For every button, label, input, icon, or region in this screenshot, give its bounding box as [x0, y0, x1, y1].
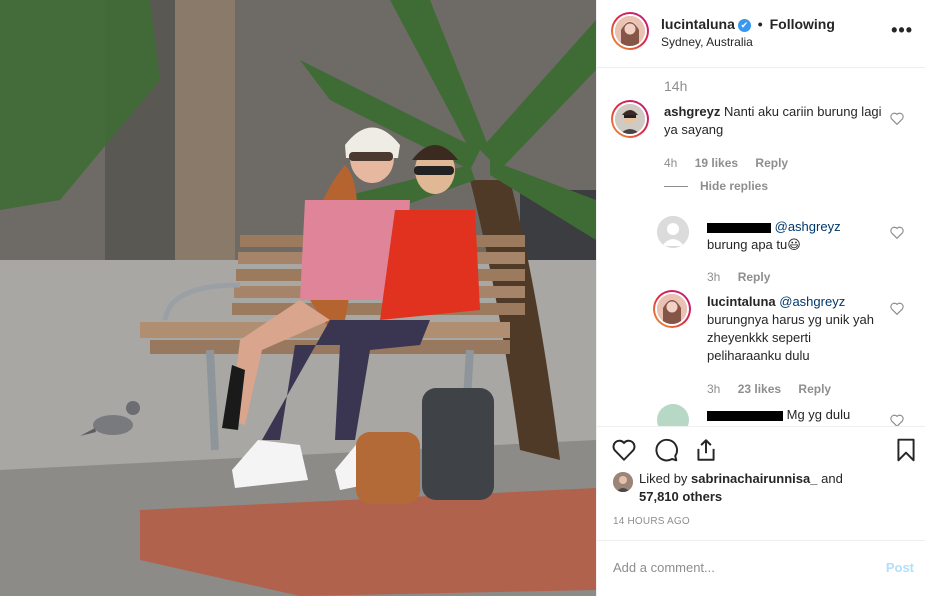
photo-pillar: [175, 0, 235, 275]
post-side-panel: lucintaluna ✔ • Following Sydney, Austral…: [596, 0, 925, 596]
comment-time: 3h: [707, 270, 721, 284]
redacted-username: [707, 222, 771, 233]
post-photo[interactable]: [0, 0, 596, 596]
bookmark-icon[interactable]: [893, 437, 919, 463]
avatar-image: [657, 294, 687, 324]
default-avatar-icon: [657, 216, 689, 248]
reply-body: @ashgreyz burung apa tu😃: [707, 218, 882, 254]
photo-grey-backpack: [422, 388, 494, 500]
author-username[interactable]: lucintaluna: [661, 16, 735, 32]
avatar-image: [615, 16, 645, 46]
reply-button[interactable]: Reply: [798, 382, 831, 396]
comment-meta: 3h 23 likes Reply: [707, 382, 845, 396]
commenter-avatar[interactable]: [657, 404, 689, 426]
comment-like-heart-icon[interactable]: [890, 112, 904, 125]
comment-text: burungnya harus yg unik yah zheyenkkk se…: [707, 312, 874, 363]
likes-prefix: Liked by: [639, 471, 692, 486]
author-line: lucintaluna ✔ • Following: [661, 16, 835, 32]
comment-meta: 3h Reply: [707, 270, 784, 284]
separator-dot: •: [757, 16, 763, 32]
verified-badge-icon: ✔: [737, 19, 751, 32]
reply-button[interactable]: Reply: [738, 270, 771, 284]
post-header: lucintaluna ✔ • Following Sydney, Austral…: [597, 0, 925, 68]
reply-body: Mg yg dulu: [707, 406, 882, 424]
comment-username[interactable]: lucintaluna: [707, 294, 776, 309]
photo-scene: [0, 0, 596, 596]
comment-like-heart-icon[interactable]: [890, 226, 904, 239]
commenter-avatar[interactable]: [657, 216, 689, 248]
comment-time: 4h: [664, 156, 678, 170]
comment-like-heart-icon[interactable]: [890, 302, 904, 315]
commenter-avatar[interactable]: [611, 100, 649, 138]
comment-likes[interactable]: 19 likes: [695, 156, 738, 170]
following-button[interactable]: Following: [770, 16, 835, 32]
hide-replies-button[interactable]: Hide replies: [664, 179, 768, 193]
likes-summary: Liked by sabrinachairunnisa_ and 57,810 …: [613, 470, 903, 506]
comment-mention[interactable]: @ashgreyz: [779, 294, 845, 309]
likes-count[interactable]: 57,810 others: [639, 489, 722, 504]
share-icon[interactable]: [693, 437, 719, 463]
liker-avatar[interactable]: [613, 472, 633, 492]
likes-text: Liked by sabrinachairunnisa_ and 57,810 …: [613, 470, 903, 506]
more-options-icon[interactable]: •••: [891, 20, 913, 41]
avatar-image: [615, 104, 645, 134]
avatar-image: [613, 472, 633, 492]
photo-brown-backpack: [356, 432, 420, 504]
caption-time: 14h: [664, 78, 688, 94]
post-comment-button[interactable]: Post: [886, 560, 914, 575]
reply-button[interactable]: Reply: [755, 156, 788, 170]
likes-and: and: [817, 471, 843, 486]
post-location[interactable]: Sydney, Australia: [661, 35, 753, 49]
post-timestamp[interactable]: 14 HOURS AGO: [613, 516, 690, 527]
comment-text: burung apa tu😃: [707, 237, 801, 252]
comments-list[interactable]: 14h ashgreyz Nanti aku cariin burung lag…: [597, 68, 925, 426]
comment-body: ashgreyz Nanti aku cariin burung lagi ya…: [664, 103, 884, 139]
redacted-username: [707, 410, 783, 421]
reply-body: lucintaluna @ashgreyz burungnya harus yg…: [707, 293, 882, 365]
commenter-avatar[interactable]: [653, 290, 691, 328]
comment-likes[interactable]: 23 likes: [738, 382, 781, 396]
heart-icon[interactable]: [611, 437, 637, 463]
comment-text: Mg yg dulu: [786, 407, 851, 422]
comment-like-heart-icon[interactable]: [890, 414, 904, 426]
hide-replies-label: Hide replies: [700, 179, 769, 193]
comment-username[interactable]: ashgreyz: [664, 104, 720, 119]
liked-by-username[interactable]: sabrinachairunnisa_: [691, 471, 817, 486]
hide-replies-line: [664, 186, 688, 188]
comment-icon[interactable]: [653, 437, 679, 463]
comment-mention[interactable]: @ashgreyz: [775, 219, 841, 234]
post-actions-bar: [597, 426, 925, 470]
comment-time: 3h: [707, 382, 721, 396]
add-comment-bar: Add a comment... Post: [597, 540, 925, 596]
author-avatar[interactable]: [611, 12, 649, 50]
comment-meta: 4h 19 likes Reply: [664, 156, 802, 170]
comment-input[interactable]: Add a comment...: [613, 560, 715, 575]
